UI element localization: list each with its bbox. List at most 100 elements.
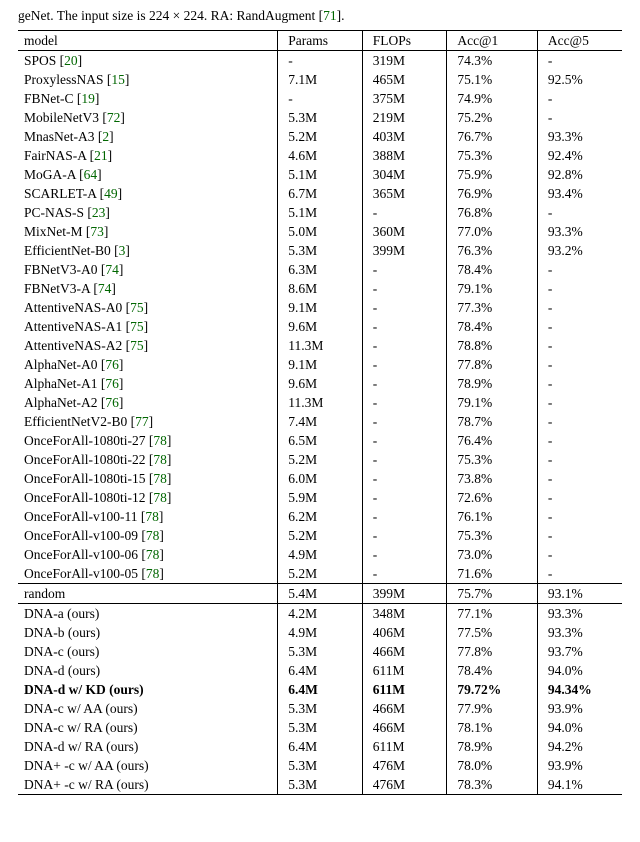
cell: 78.4% [447, 317, 538, 336]
cell: 5.3M [278, 699, 363, 718]
table-row: DNA+ -c w/ AA (ours)5.3M476M78.0%93.9% [18, 756, 622, 775]
cell: 93.3% [537, 127, 622, 146]
citation-ref[interactable]: 20 [64, 53, 78, 68]
citation-ref[interactable]: 75 [130, 338, 144, 353]
table-row: MixNet-M [73]5.0M360M77.0%93.3% [18, 222, 622, 241]
table-row: OnceForAll-1080ti-22 [78]5.2M-75.3%- [18, 450, 622, 469]
cell: 77.9% [447, 699, 538, 718]
cell: 4.2M [278, 604, 363, 624]
caption-ref[interactable]: 71 [323, 8, 337, 23]
model-name: AlphaNet-A1 [ [24, 376, 105, 391]
model-cell: FBNet-C [19] [18, 89, 278, 108]
cell: - [362, 488, 447, 507]
table-row: OnceForAll-1080ti-27 [78]6.5M-76.4%- [18, 431, 622, 450]
citation-ref[interactable]: 77 [135, 414, 149, 429]
citation-ref[interactable]: 64 [84, 167, 98, 182]
citation-ref[interactable]: 72 [107, 110, 121, 125]
cell: 6.4M [278, 680, 363, 699]
cell: 399M [362, 584, 447, 604]
group-random: random5.4M399M75.7%93.1% [18, 584, 622, 604]
cell: 5.3M [278, 642, 363, 661]
citation-ref[interactable]: 74 [98, 281, 112, 296]
model-suffix: ] [105, 205, 110, 220]
cell: - [537, 298, 622, 317]
citation-ref[interactable]: 78 [145, 509, 159, 524]
cell: 5.3M [278, 241, 363, 260]
cell: 9.1M [278, 298, 363, 317]
cell: - [278, 89, 363, 108]
caption-text: geNet. The input size is 224 × 224. RA: … [18, 8, 323, 23]
citation-ref[interactable]: 76 [105, 357, 119, 372]
cell: 77.3% [447, 298, 538, 317]
citation-ref[interactable]: 75 [130, 319, 144, 334]
cell: - [362, 317, 447, 336]
citation-ref[interactable]: 21 [94, 148, 108, 163]
model-cell: OnceForAll-1080ti-22 [78] [18, 450, 278, 469]
cell: 319M [362, 51, 447, 71]
model-cell: OnceForAll-1080ti-15 [78] [18, 469, 278, 488]
model-name: DNA-c w/ RA (ours) [24, 720, 138, 735]
citation-ref[interactable]: 19 [81, 91, 95, 106]
model-name: AttentiveNAS-A2 [ [24, 338, 130, 353]
citation-ref[interactable]: 15 [111, 72, 125, 87]
citation-ref[interactable]: 73 [90, 224, 104, 239]
model-suffix: ] [119, 262, 124, 277]
table-row: AlphaNet-A0 [76]9.1M-77.8%- [18, 355, 622, 374]
cell: 78.4% [447, 661, 538, 680]
model-name: DNA+ -c w/ RA (ours) [24, 777, 149, 792]
model-suffix: ] [111, 281, 116, 296]
model-name: PC-NAS-S [ [24, 205, 92, 220]
model-suffix: ] [95, 91, 100, 106]
cell: 9.1M [278, 355, 363, 374]
citation-ref[interactable]: 78 [146, 547, 160, 562]
citation-ref[interactable]: 78 [153, 433, 167, 448]
cell: 76.8% [447, 203, 538, 222]
citation-ref[interactable]: 75 [130, 300, 144, 315]
model-suffix: ] [167, 452, 172, 467]
citation-ref[interactable]: 78 [153, 471, 167, 486]
model-cell: EfficientNetV2-B0 [77] [18, 412, 278, 431]
model-suffix: ] [159, 547, 164, 562]
model-name: OnceForAll-v100-06 [ [24, 547, 146, 562]
model-cell: AttentiveNAS-A1 [75] [18, 317, 278, 336]
citation-ref[interactable]: 23 [92, 205, 106, 220]
cell: 611M [362, 661, 447, 680]
cell: 75.3% [447, 450, 538, 469]
cell: 4.9M [278, 623, 363, 642]
cell: - [362, 298, 447, 317]
citation-ref[interactable]: 76 [105, 376, 119, 391]
citation-ref[interactable]: 78 [153, 490, 167, 505]
citation-ref[interactable]: 49 [104, 186, 118, 201]
table-row: OnceForAll-1080ti-12 [78]5.9M-72.6%- [18, 488, 622, 507]
cell: 5.0M [278, 222, 363, 241]
model-name: AttentiveNAS-A1 [ [24, 319, 130, 334]
model-suffix: ] [167, 433, 172, 448]
table-row: MnasNet-A3 [2]5.2M403M76.7%93.3% [18, 127, 622, 146]
citation-ref[interactable]: 78 [146, 566, 160, 581]
model-name: MobileNetV3 [ [24, 110, 107, 125]
model-cell: OnceForAll-1080ti-12 [78] [18, 488, 278, 507]
cell: 348M [362, 604, 447, 624]
cell: 76.9% [447, 184, 538, 203]
cell: 78.4% [447, 260, 538, 279]
cell: 78.7% [447, 412, 538, 431]
citation-ref[interactable]: 74 [105, 262, 119, 277]
cell: 5.9M [278, 488, 363, 507]
cell: 93.1% [537, 584, 622, 604]
citation-ref[interactable]: 78 [146, 528, 160, 543]
model-suffix: ] [159, 528, 164, 543]
results-table: model Params FLOPs Acc@1 Acc@5 SPOS [20]… [18, 30, 622, 795]
table-row: AlphaNet-A2 [76]11.3M-79.1%- [18, 393, 622, 412]
table-row: DNA-c w/ AA (ours)5.3M466M77.9%93.9% [18, 699, 622, 718]
cell: - [362, 526, 447, 545]
model-suffix: ] [118, 186, 123, 201]
cell: - [537, 393, 622, 412]
model-cell: DNA-b (ours) [18, 623, 278, 642]
cell: 78.9% [447, 737, 538, 756]
table-row: DNA-d w/ RA (ours)6.4M611M78.9%94.2% [18, 737, 622, 756]
citation-ref[interactable]: 78 [153, 452, 167, 467]
citation-ref[interactable]: 76 [105, 395, 119, 410]
model-suffix: ] [97, 167, 102, 182]
cell: 75.1% [447, 70, 538, 89]
cell: 93.9% [537, 699, 622, 718]
